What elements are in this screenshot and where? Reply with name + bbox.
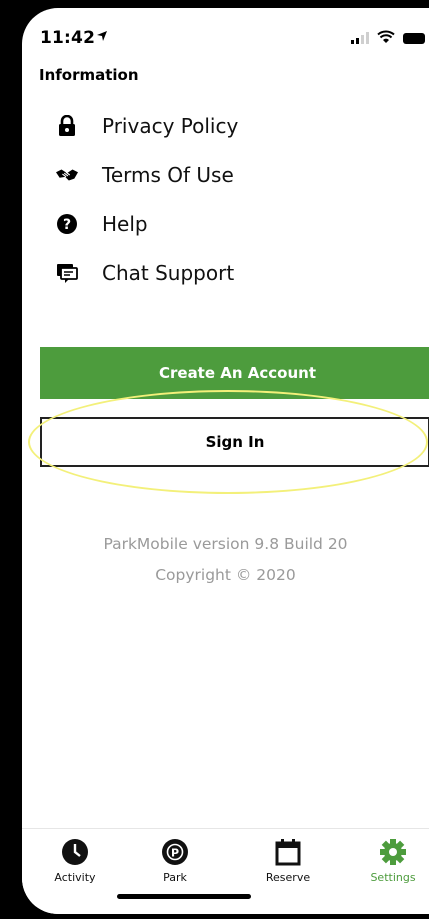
wifi-icon: [377, 30, 395, 43]
tab-reserve[interactable]: Reserve: [253, 837, 323, 884]
tab-activity[interactable]: Activity: [40, 837, 110, 884]
calendar-icon: [275, 839, 301, 866]
menu-item-label: Privacy Policy: [102, 114, 239, 138]
settings-screen: 11:42 Information Privacy Policy Terms O…: [22, 8, 429, 914]
menu-item-terms-of-use[interactable]: Terms Of Use: [22, 155, 429, 195]
information-heading: Information: [39, 66, 139, 84]
menu-item-help[interactable]: ? Help: [22, 204, 429, 244]
battery-icon: [403, 33, 425, 44]
menu-item-privacy-policy[interactable]: Privacy Policy: [22, 106, 429, 146]
tab-park[interactable]: P Park: [140, 837, 210, 884]
tab-label: Reserve: [265, 871, 311, 884]
copyright-text: Copyright © 2020: [155, 566, 296, 584]
menu-item-label: Help: [102, 212, 148, 236]
version-text: ParkMobile version 9.8 Build 20: [103, 535, 348, 553]
menu-item-label: Terms Of Use: [102, 163, 234, 187]
tab-label: Activity: [54, 871, 96, 884]
lock-icon: [56, 115, 78, 137]
handshake-icon: [56, 164, 78, 186]
status-time: 11:42: [40, 28, 96, 48]
svg-text:?: ?: [63, 217, 71, 233]
tab-label: Settings: [370, 871, 416, 884]
status-bar: 11:42: [22, 8, 429, 64]
tab-label: Park: [163, 871, 187, 884]
parkmobile-p-icon: P: [162, 839, 188, 865]
clock-icon: [62, 839, 88, 865]
chat-icon: [56, 262, 78, 284]
tab-bar: Activity P Park Reserve Settings: [22, 828, 429, 914]
help-icon: ?: [56, 213, 78, 235]
menu-item-label: Chat Support: [102, 261, 235, 285]
tab-settings[interactable]: Settings: [358, 837, 428, 884]
menu-item-chat-support[interactable]: Chat Support: [22, 253, 429, 293]
gear-icon: [380, 839, 406, 865]
svg-text:P: P: [171, 847, 179, 860]
sign-in-button[interactable]: Sign In: [40, 417, 429, 467]
home-indicator[interactable]: [117, 894, 251, 899]
create-account-button[interactable]: Create An Account: [40, 347, 429, 399]
location-arrow-icon: [97, 31, 107, 41]
signal-icon: [351, 32, 369, 44]
